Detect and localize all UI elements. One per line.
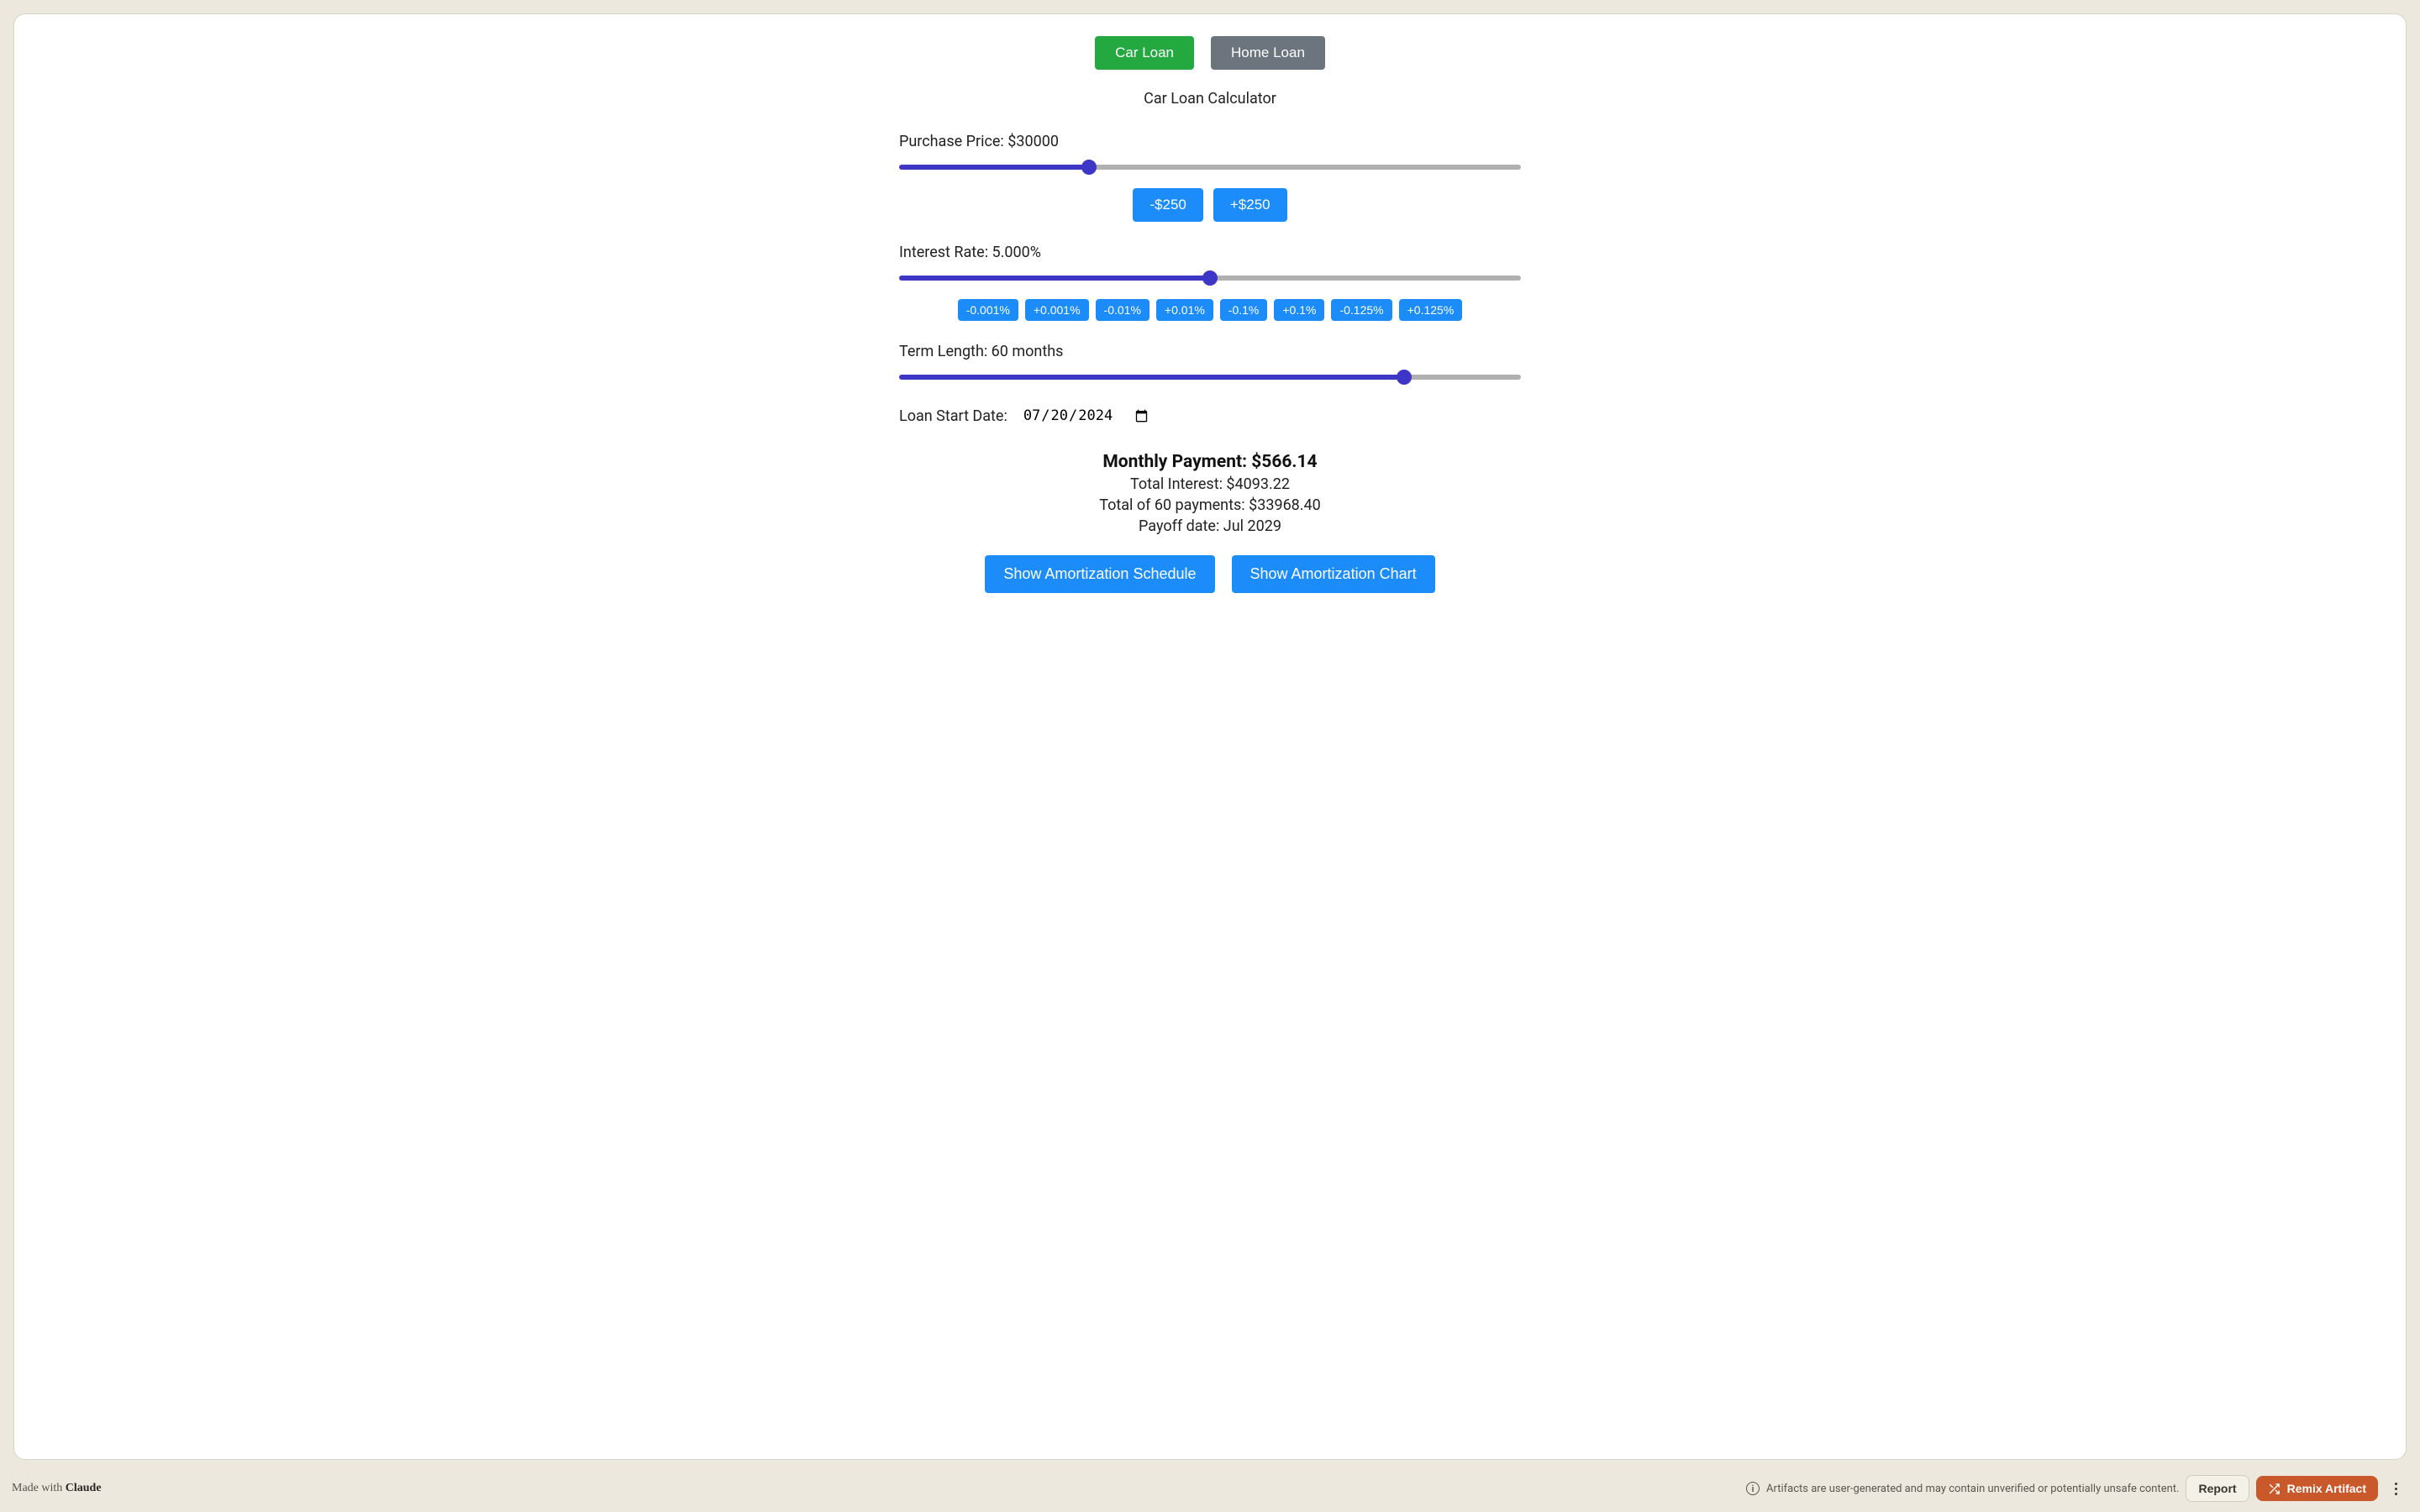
remix-artifact-button[interactable]: Remix Artifact (2256, 1476, 2378, 1501)
report-button[interactable]: Report (2186, 1475, 2249, 1502)
rate-btn-6[interactable]: -0.125% (1331, 299, 1392, 321)
rate-btn-0[interactable]: -0.001% (958, 299, 1018, 321)
remix-label: Remix Artifact (2287, 1482, 2366, 1495)
purchase-price-label: Purchase Price: $30000 (899, 133, 1521, 150)
brand-name: Claude (66, 1482, 102, 1494)
monthly-payment: Monthly Payment: $566.14 (899, 452, 1521, 472)
info-icon: i (1746, 1482, 1760, 1495)
show-schedule-button[interactable]: Show Amortization Schedule (985, 555, 1214, 593)
price-decrement-button[interactable]: -$250 (1133, 188, 1202, 222)
loan-type-tabs: Car Loan Home Loan (41, 36, 2379, 70)
tab-home-loan[interactable]: Home Loan (1211, 36, 1325, 70)
price-increment-button[interactable]: +$250 (1213, 188, 1287, 222)
term-length-label: Term Length: 60 months (899, 343, 1521, 360)
rate-btn-2[interactable]: -0.01% (1096, 299, 1150, 321)
tab-car-loan[interactable]: Car Loan (1095, 36, 1194, 70)
rate-btn-3[interactable]: +0.01% (1156, 299, 1213, 321)
footer-bar: Made with Claude i Artifacts are user-ge… (0, 1465, 2420, 1512)
total-interest: Total Interest: $4093.22 (899, 475, 1521, 493)
results-block: Monthly Payment: $566.14 Total Interest:… (899, 452, 1521, 535)
interest-rate-label: Interest Rate: 5.000% (899, 244, 1521, 261)
disclaimer-text: Artifacts are user-generated and may con… (1766, 1483, 2179, 1495)
start-date-input[interactable] (1019, 405, 1154, 427)
made-with-prefix: Made with (12, 1482, 66, 1494)
rate-btn-1[interactable]: +0.001% (1025, 299, 1089, 321)
page-title: Car Loan Calculator (41, 90, 2379, 108)
term-length-slider[interactable] (899, 375, 1521, 380)
artifact-card: Car Loan Home Loan Car Loan Calculator P… (13, 13, 2407, 1460)
show-chart-button[interactable]: Show Amortization Chart (1232, 555, 1435, 593)
rate-btn-4[interactable]: -0.1% (1220, 299, 1268, 321)
purchase-price-slider[interactable] (899, 165, 1521, 170)
more-menu-button[interactable] (2385, 1476, 2407, 1501)
rate-adjust-buttons: -0.001% +0.001% -0.01% +0.01% -0.1% +0.1… (899, 299, 1521, 321)
interest-rate-slider[interactable] (899, 276, 1521, 281)
payoff-date: Payoff date: Jul 2029 (899, 517, 1521, 535)
rate-btn-7[interactable]: +0.125% (1399, 299, 1463, 321)
shuffle-icon (2268, 1483, 2281, 1495)
start-date-label: Loan Start Date: (899, 407, 1007, 425)
total-payments: Total of 60 payments: $33968.40 (899, 496, 1521, 514)
rate-btn-5[interactable]: +0.1% (1274, 299, 1324, 321)
made-with-claude: Made with Claude (12, 1482, 102, 1495)
